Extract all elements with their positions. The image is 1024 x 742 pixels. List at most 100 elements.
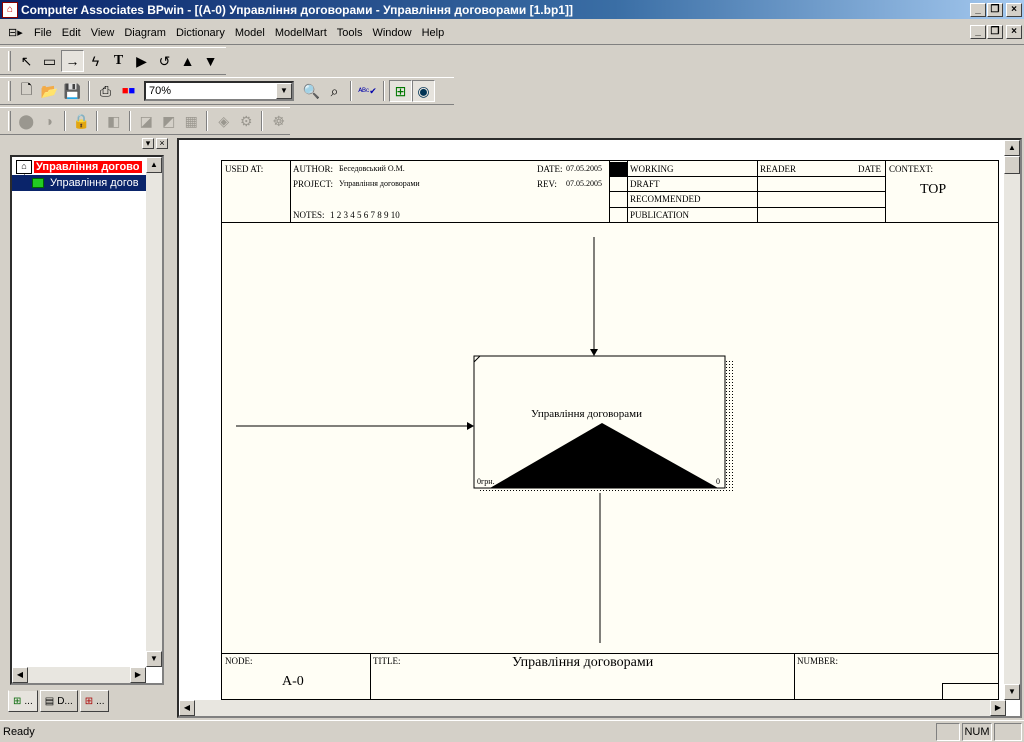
menu-file[interactable]: File [29,27,57,39]
mm-connect-icon[interactable]: ⬤ [15,110,38,132]
model-tree[interactable]: ⌂ Управління догово Управління догов ▲ ▼… [10,155,164,685]
scroll-down-icon[interactable]: ▼ [146,651,162,667]
go-up-icon[interactable]: ▲ [176,50,199,72]
toolbar-grip[interactable] [8,51,11,71]
save-icon[interactable]: 💾 [61,80,84,102]
title-value: Управління договорами [512,655,654,670]
rev-value: 07.05.2005 [566,179,602,188]
minimize-button[interactable]: _ [970,2,986,17]
document-icon[interactable]: ⊟▸ [8,26,26,40]
close-button[interactable]: × [1006,2,1022,17]
menu-diagram[interactable]: Diagram [119,27,171,39]
context-value: TOP [920,182,947,197]
author-value: Беседовський О.М. [339,164,405,173]
restore-button[interactable]: ❐ [987,2,1003,17]
mm-disconnect-icon[interactable]: ◑ [37,110,60,132]
modelmart-globe-icon[interactable]: ◉ [412,80,435,102]
vertical-scroll-thumb[interactable] [1004,156,1020,174]
model-explorer-icon[interactable]: ⊞ [389,80,412,102]
node-label: NODE: [225,656,253,666]
toolbar-grip[interactable] [8,81,11,101]
menu-modelmart[interactable]: ModelMart [270,27,332,39]
tree-node-child[interactable]: Управління догов [12,175,148,191]
menu-window[interactable]: Window [367,27,416,39]
used-at-label: USED AT: [225,164,264,174]
status-publication: PUBLICATION [630,210,690,220]
scroll-left-icon[interactable]: ◀ [12,667,28,683]
menu-dictionary[interactable]: Dictionary [171,27,230,39]
scroll-right-icon[interactable]: ▶ [990,700,1006,716]
scroll-up-icon[interactable]: ▲ [146,157,162,173]
mm-changes-icon[interactable]: ◩ [157,110,180,132]
mdi-minimize-button[interactable]: _ [970,25,986,39]
toolbar-separator [383,81,385,101]
zoom-select[interactable]: 70% ▼ [144,81,294,101]
mdi-restore-button[interactable]: ❐ [987,25,1003,39]
new-file-icon[interactable]: 🗋 [15,80,38,102]
diagram-drawing [236,237,734,643]
mm-settings-icon[interactable]: ⚙ [235,110,258,132]
chevron-down-icon[interactable]: ▼ [276,83,292,99]
lock-icon[interactable]: 🔒 [70,110,93,132]
print-icon[interactable]: ⎙ [94,80,117,102]
menu-model[interactable]: Model [230,27,270,39]
reader-date-label: DATE [858,164,881,174]
zoom-in-icon[interactable]: 🔍 [300,80,323,102]
input-arrowhead [467,422,474,430]
toolbar-separator [88,81,90,101]
diagram-canvas[interactable]: USED AT: AUTHOR: Беседовський О.М. PROJE… [177,138,1022,718]
toolbar-grip[interactable] [8,111,11,131]
activity-number: 0 [716,477,720,486]
status-line [609,207,885,208]
tab-diagrams[interactable]: ▤ D... [39,690,78,712]
bpwin-app-icon[interactable]: ⌂ [2,1,18,18]
mdi-close-button[interactable]: × [1006,25,1022,39]
toolbar-separator [350,81,352,101]
canvas-horizontal-scrollbar[interactable]: ◀ ▶ [179,700,1006,716]
tree-vertical-scrollbar[interactable]: ▲ ▼ [146,157,162,667]
canvas-vertical-scrollbar[interactable]: ▲ ▼ [1004,140,1020,700]
spell-check-icon[interactable]: ᴬᴮᶜ✔ [356,80,379,102]
go-to-child-icon[interactable]: ▶ [130,50,153,72]
go-down-icon[interactable]: ▼ [199,50,222,72]
text-tool-icon[interactable]: T [107,50,130,72]
tab-activities[interactable]: ⊞ ... [8,690,38,712]
activity-tree-icon: ⌂ [16,160,32,174]
page-number-box [942,683,998,699]
reader-label: READER [760,164,796,174]
arrow-tool-icon[interactable]: → [61,50,84,72]
box-tool-icon[interactable]: ▭ [38,50,61,72]
go-to-parent-icon[interactable]: ↺ [153,50,176,72]
status-text: Ready [3,725,35,738]
zoom-fit-icon[interactable]: ⌕ [323,80,346,102]
squiggle-tool-icon[interactable]: ϟ [84,50,107,72]
mm-merge-icon[interactable]: ◧ [102,110,125,132]
panel-close-icon[interactable]: × [156,138,168,149]
tree-horizontal-scrollbar[interactable]: ◀ ▶ [12,667,146,683]
model-explorer-panel: ▾ × ⌂ Управління догово Управління догов… [4,138,170,718]
scroll-down-icon[interactable]: ▼ [1004,684,1020,700]
scroll-right-icon[interactable]: ▶ [130,667,146,683]
menu-help[interactable]: Help [417,27,450,39]
panel-pin-icon[interactable]: ▾ [142,138,154,149]
scroll-left-icon[interactable]: ◀ [179,700,195,716]
menu-view[interactable]: View [86,27,120,39]
pointer-tool-icon[interactable]: ↖ [15,50,38,72]
tree-node-root[interactable]: ⌂ Управління догово [16,159,142,175]
toolbar-separator [206,111,209,131]
activities-tab-icon: ⊞ [13,695,22,707]
zoom-value: 70% [149,85,172,97]
mm-save-icon[interactable]: ◪ [135,110,158,132]
open-folder-icon[interactable]: 📂 [38,80,61,102]
menu-edit[interactable]: Edit [57,27,86,39]
context-label: CONTEXT: [889,164,934,174]
menu-tools[interactable]: Tools [332,27,368,39]
tab-objects[interactable]: ⊞ ... [79,690,110,712]
mm-library-icon[interactable]: ▦ [180,110,203,132]
color-palette-icon[interactable]: ■ ■ [117,80,140,102]
status-pane-empty [936,722,960,741]
mm-users-icon[interactable]: ◈ [212,110,235,132]
scroll-up-icon[interactable]: ▲ [1004,140,1020,156]
activity-cost: 0грн. [477,477,495,486]
mm-group-icon[interactable]: ☸ [267,110,290,132]
